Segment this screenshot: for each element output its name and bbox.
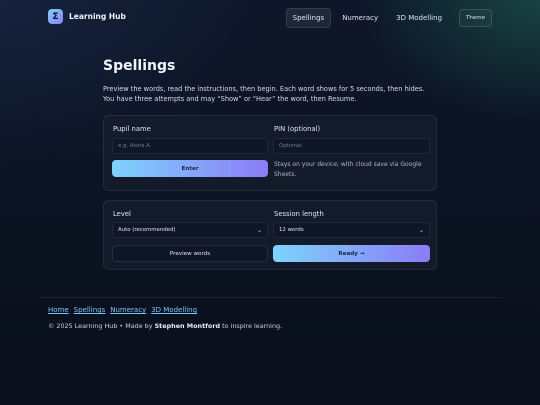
pupil-name-input[interactable]: e.g. Aisha A. — [112, 138, 268, 154]
level-selected-value: Auto (recommended) — [118, 227, 176, 233]
pin-label: PIN (optional) — [274, 125, 321, 133]
brand-name: Learning Hub — [69, 12, 126, 21]
brand[interactable]: Σ Learning Hub — [48, 9, 126, 24]
intro-section: Spellings Preview the words, read the in… — [103, 58, 437, 104]
session-length-label: Session length — [274, 210, 324, 218]
level-select[interactable]: Auto (recommended) ⌄ — [112, 222, 268, 238]
pupil-card: Pupil name e.g. Aisha A. PIN (optional) … — [103, 115, 437, 191]
page-title: Spellings — [103, 58, 176, 74]
ready-button[interactable]: Ready → — [273, 245, 430, 262]
author-name: Stephen Montford — [154, 322, 221, 330]
copyright-prefix: © 2025 Learning Hub • Made by — [48, 322, 153, 330]
nav-item-3d-modelling[interactable]: 3D Modelling — [389, 8, 449, 28]
session-card: Level Auto (recommended) ⌄ Session lengt… — [103, 200, 437, 270]
copyright-text: © 2025 Learning Hub • Made by Stephen Mo… — [48, 322, 282, 330]
footer-links: Home Spellings Numeracy 3D Modelling — [48, 306, 197, 314]
footer-divider — [38, 297, 502, 298]
top-bar: Σ Learning Hub Spellings Numeracy 3D Mod… — [0, 0, 540, 34]
preview-words-button[interactable]: Preview words — [112, 245, 268, 262]
enter-button[interactable]: Enter — [112, 160, 268, 177]
theme-toggle-button[interactable]: Theme — [459, 9, 492, 27]
level-label: Level — [113, 210, 131, 218]
session-length-selected-value: 12 words — [279, 227, 304, 233]
storage-note: Stays on your device; with cloud save vi… — [274, 161, 422, 178]
session-length-select[interactable]: 12 words ⌄ — [273, 222, 430, 238]
copyright-suffix: to inspire learning. — [222, 322, 283, 330]
chevron-down-icon: ⌄ — [256, 226, 262, 234]
footer-link-spellings[interactable]: Spellings — [74, 306, 106, 314]
footer-link-numeracy[interactable]: Numeracy — [110, 306, 146, 314]
footer-link-3d-modelling[interactable]: 3D Modelling — [151, 306, 197, 314]
sigma-logo-icon: Σ — [48, 9, 63, 24]
pupil-name-label: Pupil name — [113, 125, 151, 133]
nav-item-spellings[interactable]: Spellings — [285, 8, 332, 28]
chevron-down-icon: ⌄ — [418, 226, 424, 234]
pin-input[interactable]: Optional — [273, 138, 430, 154]
footer-link-home[interactable]: Home — [48, 306, 69, 314]
intro-text: Preview the words, read the instructions… — [103, 85, 425, 103]
nav-item-numeracy[interactable]: Numeracy — [335, 8, 385, 28]
main-nav: Spellings Numeracy 3D Modelling Theme — [285, 8, 492, 28]
